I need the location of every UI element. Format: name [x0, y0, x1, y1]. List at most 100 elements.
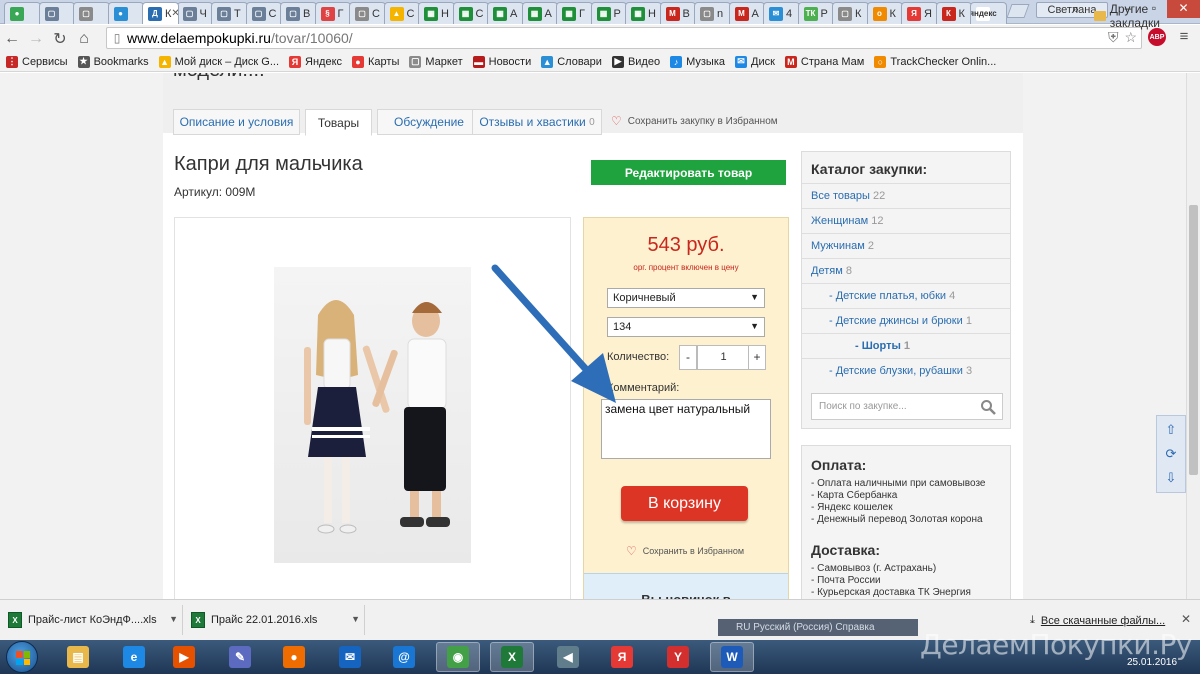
language-bar[interactable]: RU Русский (Россия) Справка: [718, 619, 918, 636]
bookmark-item[interactable]: ▬ Новости: [472, 55, 531, 68]
download-menu-arrow-icon[interactable]: ▼: [169, 614, 178, 624]
bookmarks-more-button[interactable]: »: [1072, 2, 1079, 16]
bookmark-item[interactable]: ▲ Словари: [541, 55, 602, 68]
tab-discussion[interactable]: Обсуждение: [377, 109, 481, 135]
bookmark-item[interactable]: Я Яндекс: [289, 55, 342, 68]
taskbar-app[interactable]: ▶: [162, 642, 206, 672]
refresh-icon[interactable]: ⟳: [1161, 444, 1181, 464]
catalog-item-all[interactable]: Все товары 22: [802, 183, 1010, 208]
menu-icon[interactable]: ≡: [1174, 28, 1194, 48]
bookmark-item[interactable]: ✉ Диск: [735, 55, 775, 68]
bookmark-item[interactable]: ♪ Музыка: [670, 55, 725, 68]
catalog-item-men[interactable]: Мужчинам 2: [802, 233, 1010, 258]
search-icon[interactable]: [980, 399, 996, 415]
download-item[interactable]: X Прайс 22.01.2016.xls ▼: [183, 605, 365, 635]
browser-tab[interactable]: ●: [107, 2, 144, 24]
taskbar-app[interactable]: ✉: [328, 642, 372, 672]
add-to-cart-button[interactable]: В корзину: [621, 486, 748, 521]
taskbar-app[interactable]: X: [490, 642, 534, 672]
browser-tab[interactable]: ▢: [73, 2, 110, 24]
home-icon[interactable]: ⌂: [72, 27, 96, 51]
browser-tab[interactable]: ▢ Ч: [176, 2, 213, 24]
scrollbar-thumb[interactable]: [1189, 205, 1198, 475]
bookmark-item[interactable]: ▲ Мой диск – Диск G...: [158, 55, 279, 68]
download-menu-arrow-icon[interactable]: ▼: [351, 614, 360, 624]
size-select[interactable]: 134 ▼: [607, 317, 765, 337]
taskbar-app[interactable]: ◉: [436, 642, 480, 672]
adblock-icon[interactable]: ABP: [1148, 28, 1166, 46]
quantity-decrease-button[interactable]: -: [679, 345, 697, 370]
catalog-item-kids-dresses[interactable]: - Детские платья, юбки 4: [802, 283, 1010, 308]
scroll-up-icon[interactable]: ⇧: [1161, 420, 1181, 440]
taskbar-app[interactable]: @: [382, 642, 426, 672]
close-tab-icon[interactable]: ✕: [171, 8, 177, 19]
catalog-item-shorts[interactable]: - Шорты 1: [802, 333, 1010, 358]
bookmark-item[interactable]: ● Карты: [352, 55, 399, 68]
bookmark-star-icon[interactable]: ☆: [1124, 29, 1137, 46]
back-arrow-icon[interactable]: ←: [0, 27, 24, 51]
browser-tab[interactable]: ▦ Н: [625, 2, 662, 24]
taskbar-app[interactable]: e: [112, 642, 156, 672]
show-all-downloads-link[interactable]: ⤓ Все скачанные файлы...: [1030, 614, 1165, 627]
browser-tab[interactable]: ▦ А: [521, 2, 558, 24]
bookmark-item[interactable]: M Страна Мам: [784, 55, 864, 68]
forward-arrow-icon[interactable]: →: [24, 27, 48, 51]
taskbar-app[interactable]: W: [710, 642, 754, 672]
save-product-favorite-link[interactable]: ♡ Сохранить в Избранном: [626, 544, 744, 558]
address-bar[interactable]: ▯ www.delaempokupki.ru/tovar/10060/ ⛨ ☆: [106, 27, 1142, 49]
edit-product-button[interactable]: Редактировать товар: [591, 160, 786, 185]
bookmark-item[interactable]: ○ TrackChecker Onlin...: [874, 55, 996, 68]
browser-tab[interactable]: MА: [728, 2, 765, 24]
taskbar-app[interactable]: ◀: [546, 642, 590, 672]
browser-tab[interactable]: ТК Р: [797, 2, 834, 24]
browser-tab[interactable]: ▢ В: [280, 2, 317, 24]
taskbar-app[interactable]: ▤: [56, 642, 100, 672]
catalog-item-kids[interactable]: Детям 8: [802, 258, 1010, 283]
browser-tab[interactable]: ▦ С: [452, 2, 489, 24]
browser-tab[interactable]: ✉ 4: [763, 2, 800, 24]
browser-tab[interactable]: яндекс: [970, 2, 1007, 24]
quantity-increase-button[interactable]: +: [748, 345, 766, 370]
taskbar-app[interactable]: ●: [272, 642, 316, 672]
bookmark-item[interactable]: ⋮ Сервисы: [6, 55, 68, 68]
browser-tab[interactable]: ▦ Г: [556, 2, 593, 24]
vertical-scrollbar[interactable]: [1186, 73, 1200, 599]
browser-tab[interactable]: ▢ К: [832, 2, 869, 24]
taskbar-app[interactable]: Я: [600, 642, 644, 672]
browser-tab[interactable]: ▢ С: [349, 2, 386, 24]
browser-tab[interactable]: ▲ С: [383, 2, 420, 24]
bookmark-item[interactable]: ▢ Маркет: [409, 55, 463, 68]
bookmark-item[interactable]: ▶ Видео: [611, 55, 660, 68]
browser-tab[interactable]: КК: [935, 2, 972, 24]
close-shelf-icon[interactable]: ✕: [1181, 612, 1191, 626]
catalog-search-input[interactable]: Поиск по закупке...: [811, 393, 1003, 420]
browser-tab[interactable]: ▢ Т: [211, 2, 248, 24]
catalog-item-women[interactable]: Женщинам 12: [802, 208, 1010, 233]
new-tab-button[interactable]: [1005, 4, 1030, 18]
product-photo[interactable]: [274, 267, 471, 563]
browser-tab[interactable]: ▢: [38, 2, 75, 24]
download-item[interactable]: X Прайс-лист КоЭндФ....xls ▼: [0, 605, 183, 635]
tab-description[interactable]: Описание и условия: [173, 109, 300, 135]
catalog-item-kids-blouses[interactable]: - Детские блузки, рубашки 3: [802, 358, 1010, 383]
browser-tab[interactable]: ▢ С: [245, 2, 282, 24]
taskbar-app[interactable]: ✎: [218, 642, 262, 672]
browser-tab[interactable]: оК: [866, 2, 903, 24]
bookmark-item[interactable]: ★ Bookmarks: [77, 55, 149, 68]
browser-tab[interactable]: ▦ А: [487, 2, 524, 24]
browser-tab[interactable]: § Г: [314, 2, 351, 24]
browser-tab[interactable]: ДК✕: [142, 2, 179, 24]
browser-tab[interactable]: ●: [4, 2, 41, 24]
browser-tab[interactable]: MВ: [659, 2, 696, 24]
shield-icon[interactable]: ⛨: [1108, 29, 1119, 46]
catalog-item-kids-jeans[interactable]: - Детские джинсы и брюки 1: [802, 308, 1010, 333]
browser-tab[interactable]: ЯЯ: [901, 2, 938, 24]
browser-tab[interactable]: ▦ Р: [590, 2, 627, 24]
start-button[interactable]: [6, 641, 38, 673]
tab-products[interactable]: Товары: [305, 109, 372, 136]
browser-tab[interactable]: ▦ Н: [418, 2, 455, 24]
tab-reviews[interactable]: Отзывы и хвастики 0: [472, 109, 602, 135]
taskbar-app[interactable]: Y: [656, 642, 700, 672]
save-to-favorites-link[interactable]: ♡ Сохранить закупку в Избранном: [611, 114, 778, 128]
comment-textarea[interactable]: замена цвет натуральный: [601, 399, 771, 459]
